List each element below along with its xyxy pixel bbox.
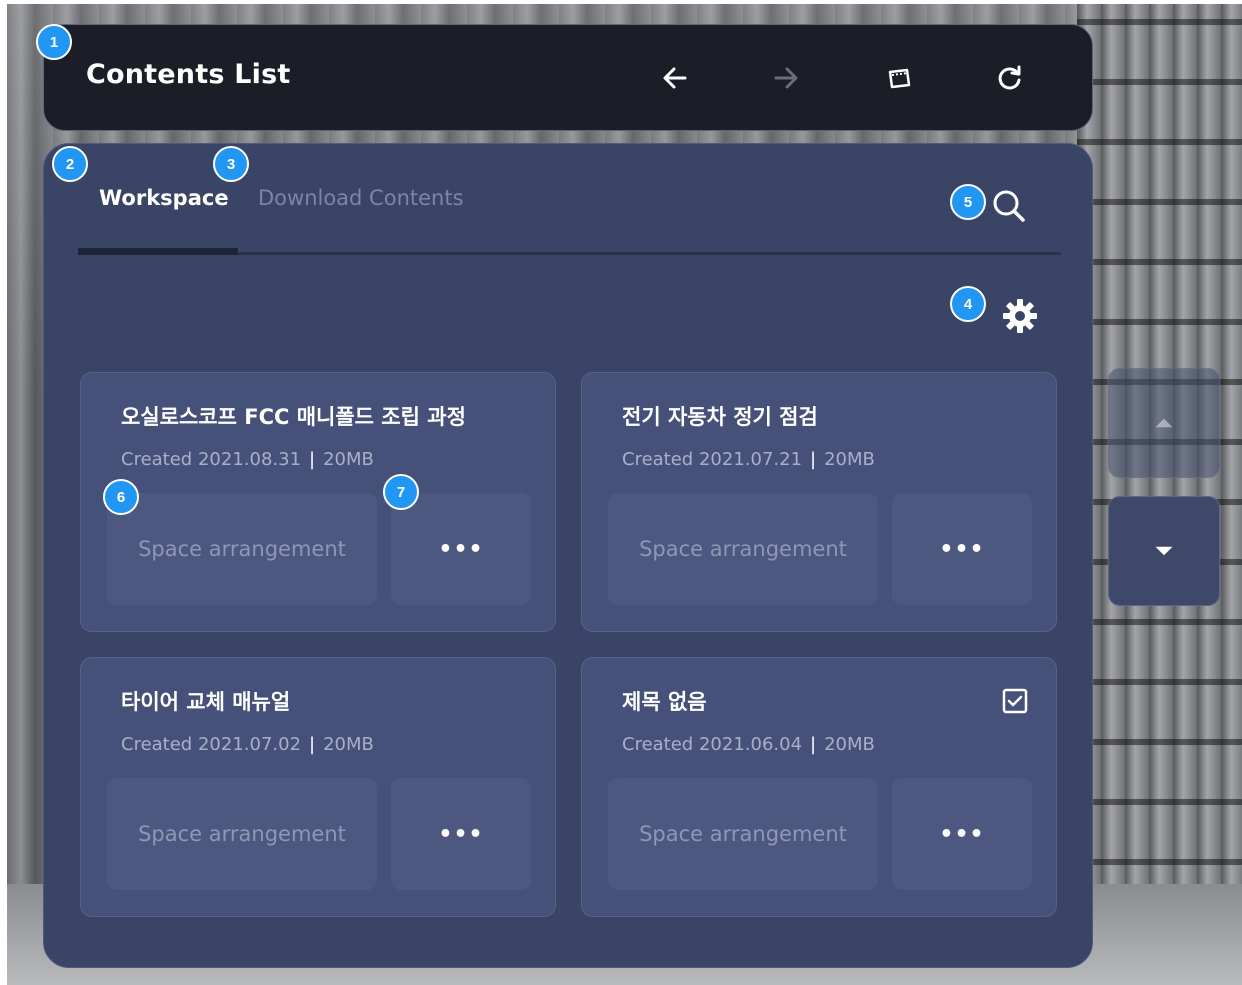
more-options-button[interactable]: ••• [892,778,1032,890]
more-options-button[interactable]: ••• [892,493,1032,605]
scroll-up-button[interactable] [1108,368,1220,478]
arrow-right-icon [774,67,798,89]
card-meta: Created 2021.07.21 | 20MB [622,449,875,470]
back-button[interactable] [652,55,698,101]
file-size: 20MB [824,734,875,755]
card-meta: Created 2021.07.02 | 20MB [121,734,374,755]
created-date: Created 2021.07.02 [121,734,302,755]
arrow-left-icon [663,67,687,89]
space-arrangement-button[interactable]: Space arrangement [107,778,377,890]
card-title: 오실로스코프 FCC 매니폴드 조립 과정 [121,405,466,429]
window-button[interactable] [876,55,922,101]
caret-down-icon [1155,546,1173,556]
gear-icon [1003,299,1037,333]
card-meta: Created 2021.06.04 | 20MB [622,734,875,755]
header-bar: Contents List [43,24,1093,131]
more-options-button[interactable]: ••• [391,493,531,605]
card-meta: Created 2021.08.31 | 20MB [121,449,374,470]
tab-download-contents[interactable]: Download Contents [258,186,464,210]
caret-up-icon [1155,418,1173,428]
created-date: Created 2021.06.04 [622,734,803,755]
content-card[interactable]: 오실로스코프 FCC 매니폴드 조립 과정 Created 2021.08.31… [80,372,556,632]
space-arrangement-button[interactable]: Space arrangement [107,493,377,605]
settings-button[interactable] [1000,296,1040,336]
card-title: 전기 자동차 정기 점검 [622,405,818,429]
annotation-badge-2: 2 [52,146,88,182]
file-size: 20MB [323,734,374,755]
meta-separator: | [810,449,817,470]
more-options-button[interactable]: ••• [391,778,531,890]
content-card[interactable]: 타이어 교체 매뉴얼 Created 2021.07.02 | 20MB Space… [80,657,556,917]
page-title: Contents List [86,59,291,90]
file-size: 20MB [824,449,875,470]
annotation-badge-3: 3 [213,146,249,182]
content-card[interactable]: 제목 없음 Created 2021.06.04 | 20MB Space arra… [581,657,1057,917]
card-title: 제목 없음 [622,690,707,714]
annotation-badge-1: 1 [36,24,72,60]
annotation-badge-7: 7 [383,474,419,510]
checkbox-checked-icon[interactable] [1002,688,1028,714]
tab-workspace[interactable]: Workspace [99,186,229,210]
annotation-badge-4: 4 [950,286,986,322]
scroll-down-button[interactable] [1108,496,1220,606]
window-icon [888,68,911,89]
meta-separator: | [309,449,316,470]
content-card[interactable]: 전기 자동차 정기 점검 Created 2021.07.21 | 20MB Spa… [581,372,1057,632]
created-date: Created 2021.07.21 [622,449,803,470]
meta-separator: | [309,734,316,755]
refresh-icon [998,65,1021,90]
search-button[interactable] [989,186,1029,226]
content-panel: Workspace Download Contents 오실로스코프 FCC 매… [43,143,1093,968]
active-tab-indicator [78,248,238,255]
card-title: 타이어 교체 매뉴얼 [121,690,291,714]
created-date: Created 2021.08.31 [121,449,302,470]
meta-separator: | [810,734,817,755]
annotation-badge-5: 5 [950,184,986,220]
search-icon [993,190,1025,222]
annotation-badge-6: 6 [103,479,139,515]
space-arrangement-button[interactable]: Space arrangement [608,778,878,890]
space-arrangement-button[interactable]: Space arrangement [608,493,878,605]
file-size: 20MB [323,449,374,470]
refresh-button[interactable] [987,55,1033,101]
forward-button[interactable] [763,55,809,101]
